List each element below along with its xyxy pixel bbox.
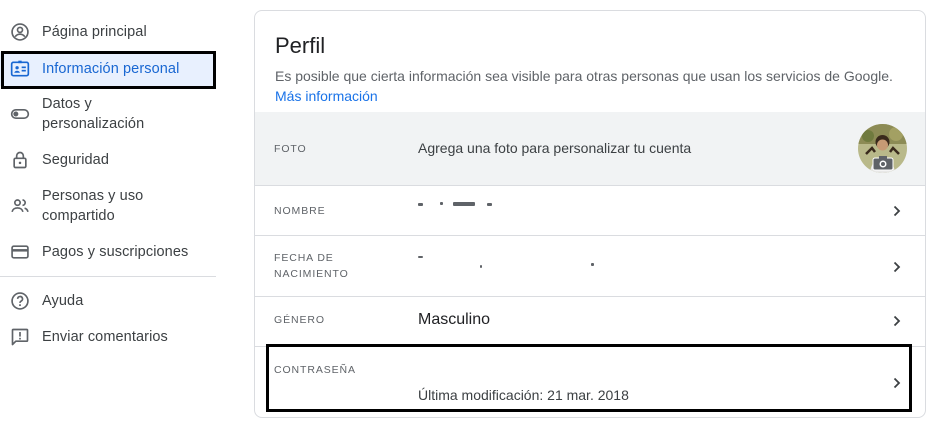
gender-value: Masculino	[418, 311, 491, 328]
sidebar-item-label: Información personal	[42, 61, 180, 77]
chevron-right-icon	[891, 315, 903, 327]
password-last-modified: Última modificación: 21 mar. 2018	[418, 387, 629, 403]
photo-label: FOTO	[274, 143, 307, 155]
password-row[interactable]: CONTRASEÑA Última modificación: 21 mar. …	[255, 346, 925, 417]
chevron-right-icon	[891, 261, 903, 273]
chevron-right-icon	[891, 205, 903, 217]
people-icon	[10, 196, 30, 216]
sidebar-item-payments[interactable]: Pagos y suscripciones	[0, 238, 216, 266]
birthdate-label: FECHA DE	[274, 252, 334, 264]
name-row[interactable]: NOMBRE	[255, 185, 925, 235]
sidebar-item-label: Página principal	[42, 24, 147, 40]
sidebar-item-feedback[interactable]: Enviar comentarios	[0, 323, 216, 351]
feedback-icon	[10, 327, 30, 347]
sidebar-item-label: compartido	[42, 208, 115, 224]
toggle-icon	[10, 104, 30, 124]
sidebar-item-label: Personas y uso	[42, 188, 144, 204]
redacted-value	[487, 203, 492, 206]
profile-description: Es posible que cierta información sea vi…	[275, 66, 895, 106]
camera-icon	[872, 155, 894, 171]
password-label: CONTRASEÑA	[274, 364, 356, 376]
credit-card-icon	[10, 242, 30, 262]
redacted-value	[418, 256, 423, 258]
sidebar-nav: Página principal Información personal Da…	[0, 0, 218, 423]
chevron-right-icon	[891, 377, 903, 389]
sidebar-item-label: personalización	[42, 116, 145, 132]
photo-row[interactable]: FOTO Agrega una foto para personalizar t…	[255, 112, 925, 185]
redacted-value	[453, 202, 475, 206]
redacted-value	[440, 202, 443, 205]
birthdate-label: NACIMIENTO	[274, 268, 349, 280]
photo-hint: Agrega una foto para personalizar tu cue…	[418, 140, 692, 156]
page-title: Perfil	[275, 33, 326, 58]
account-circle-icon	[10, 22, 30, 42]
sidebar-item-label: Seguridad	[42, 152, 110, 168]
sidebar-item-label: Enviar comentarios	[42, 329, 168, 345]
redacted-value	[480, 265, 482, 268]
redacted-value	[418, 203, 423, 206]
sidebar-divider	[0, 276, 216, 277]
more-info-link[interactable]: Más información	[275, 88, 378, 104]
id-card-icon	[10, 59, 30, 79]
sidebar-item-people-sharing[interactable]: Personas y uso compartido	[0, 184, 216, 230]
gender-label: GÉNERO	[274, 314, 325, 326]
sidebar-item-label: Ayuda	[42, 293, 84, 309]
sidebar-item-personal-info[interactable]: Información personal	[0, 52, 216, 86]
name-label: NOMBRE	[274, 205, 326, 217]
profile-card: Perfil Es posible que cierta información…	[254, 10, 926, 418]
sidebar-item-security[interactable]: Seguridad	[0, 146, 216, 174]
gender-row[interactable]: GÉNERO Masculino	[255, 296, 925, 346]
lock-icon	[10, 150, 30, 170]
description-text: Es posible que cierta información sea vi…	[275, 68, 893, 84]
redacted-value	[591, 263, 594, 266]
help-icon	[10, 291, 30, 311]
sidebar-item-label: Datos y	[42, 96, 92, 112]
sidebar-item-home[interactable]: Página principal	[0, 18, 216, 46]
sidebar-item-data-personalization[interactable]: Datos y personalización	[0, 92, 216, 138]
sidebar-item-label: Pagos y suscripciones	[42, 244, 189, 260]
sidebar-item-help[interactable]: Ayuda	[0, 287, 216, 315]
birthdate-row[interactable]: FECHA DE NACIMIENTO	[255, 235, 925, 296]
